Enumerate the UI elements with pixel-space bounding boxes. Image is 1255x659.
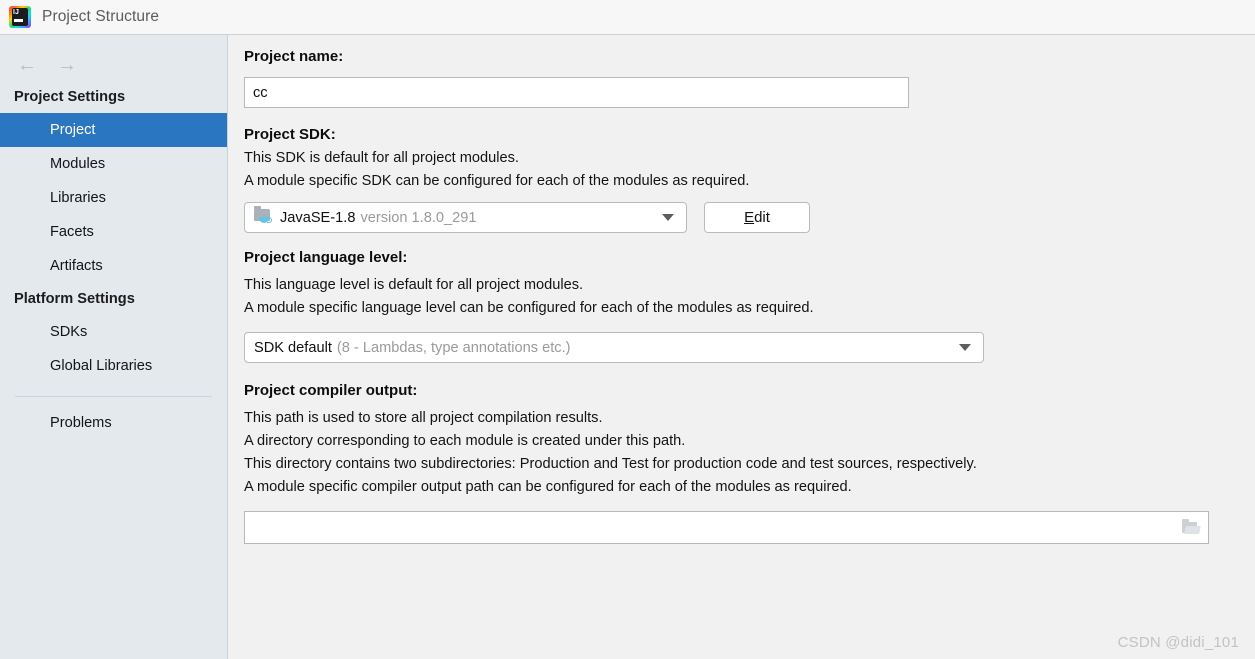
jdk-folder-icon <box>254 206 273 226</box>
sidebar-item-label: SDKs <box>50 324 88 340</box>
sidebar-group-project-settings: Project Settings <box>14 89 126 105</box>
project-sdk-desc-line2: A module specific SDK can be configured … <box>244 173 750 189</box>
compiler-output-desc-line2: A directory corresponding to each module… <box>244 433 686 449</box>
language-level-desc-line1: This language level is default for all p… <box>244 277 584 293</box>
sidebar-item-label: Modules <box>50 156 106 172</box>
title-bar: IJ Project Structure <box>0 0 1255 35</box>
project-name-label: Project name: <box>244 48 344 65</box>
project-settings-panel: Project name: cc Project SDK: This SDK i… <box>229 35 1255 659</box>
settings-sidebar: ← → Project Settings Project Modules Lib… <box>0 35 228 659</box>
sidebar-item-global-libraries[interactable]: Global Libraries <box>0 349 227 383</box>
sidebar-item-sdks[interactable]: SDKs <box>0 315 227 349</box>
sidebar-item-facets[interactable]: Facets <box>0 215 227 249</box>
project-sdk-dropdown[interactable]: JavaSE-1.8 version 1.8.0_291 <box>244 202 687 233</box>
project-structure-dialog: IJ Project Structure ← → Project Setting… <box>0 0 1255 659</box>
sidebar-item-artifacts[interactable]: Artifacts <box>0 249 227 283</box>
project-sdk-name: JavaSE-1.8 <box>280 209 356 226</box>
compiler-output-desc-line3: This directory contains two subdirectori… <box>244 456 977 472</box>
sidebar-item-libraries[interactable]: Libraries <box>0 181 227 215</box>
edit-button-mnemonic: E <box>744 209 755 226</box>
chevron-down-icon <box>662 214 674 221</box>
sidebar-item-label: Libraries <box>50 190 106 206</box>
sidebar-divider <box>15 396 212 397</box>
sidebar-group-platform-settings: Platform Settings <box>14 291 135 307</box>
folder-open-icon[interactable] <box>1182 519 1201 535</box>
intellij-idea-icon: IJ <box>9 6 31 28</box>
language-level-detail: (8 - Lambdas, type annotations etc.) <box>336 339 571 356</box>
sidebar-item-label: Global Libraries <box>50 358 153 374</box>
arrow-right-icon[interactable]: → <box>52 53 82 77</box>
project-name-input[interactable]: cc <box>244 77 909 108</box>
sidebar-item-label: Project <box>50 122 96 138</box>
sidebar-item-label: Facets <box>50 224 94 240</box>
language-level-dropdown[interactable]: SDK default (8 - Lambdas, type annotatio… <box>244 332 984 363</box>
compiler-output-label: Project compiler output: <box>244 382 418 399</box>
navigation-arrows: ← → <box>0 35 227 81</box>
language-level-desc-line2: A module specific language level can be … <box>244 300 814 316</box>
language-level-label: Project language level: <box>244 249 408 266</box>
sidebar-item-label: Artifacts <box>50 258 103 274</box>
language-level-name: SDK default <box>254 339 332 356</box>
project-sdk-desc-line1: This SDK is default for all project modu… <box>244 150 519 166</box>
project-sdk-version: version 1.8.0_291 <box>360 209 477 226</box>
compiler-output-desc-line1: This path is used to store all project c… <box>244 410 603 426</box>
edit-button-rest: dit <box>754 209 770 226</box>
project-sdk-label: Project SDK: <box>244 126 336 143</box>
chevron-down-icon <box>959 344 971 351</box>
edit-sdk-button[interactable]: Edit <box>704 202 810 233</box>
arrow-left-icon[interactable]: ← <box>12 53 42 77</box>
sidebar-item-label: Problems <box>50 415 112 431</box>
watermark: CSDN @didi_101 <box>1117 634 1239 651</box>
compiler-output-desc-line4: A module specific compiler output path c… <box>244 479 852 495</box>
window-title: Project Structure <box>42 8 160 25</box>
compiler-output-input[interactable] <box>244 511 1209 544</box>
sidebar-item-problems[interactable]: Problems <box>0 406 227 440</box>
sidebar-item-modules[interactable]: Modules <box>0 147 227 181</box>
project-name-value: cc <box>253 84 268 101</box>
sidebar-item-project[interactable]: Project <box>0 113 227 147</box>
